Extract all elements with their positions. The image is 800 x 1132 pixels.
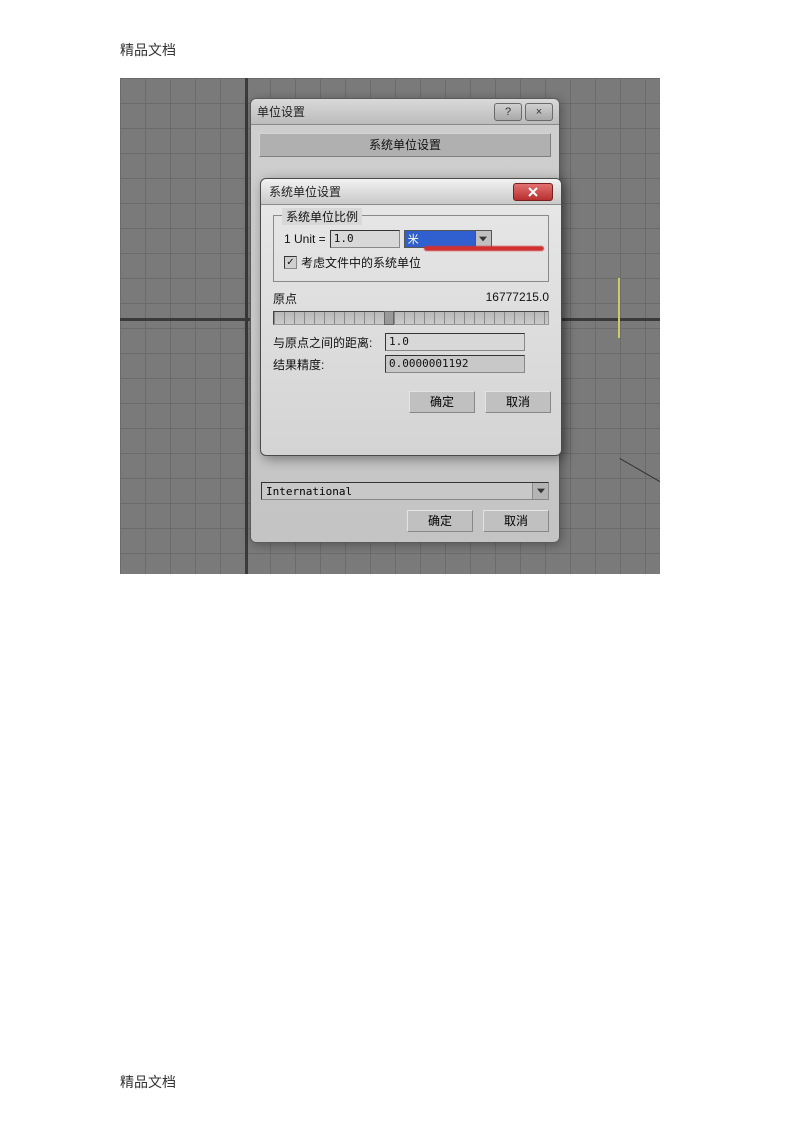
precision-label: 结果精度: (273, 356, 379, 373)
respect-file-units-checkbox[interactable]: ✓ (284, 256, 297, 269)
page-header: 精品文档 (120, 40, 176, 60)
help-button[interactable]: ? (494, 103, 522, 121)
group-title: 系统单位比例 (282, 208, 362, 225)
page-footer: 精品文档 (120, 1072, 176, 1092)
slider-ticks (274, 312, 548, 324)
slider-thumb-icon[interactable] (384, 311, 394, 325)
chevron-down-icon (475, 231, 491, 247)
unit-type-value: 米 (408, 231, 419, 247)
respect-file-units-label: 考虑文件中的系统单位 (301, 254, 421, 271)
system-units-dialog: 系统单位设置 系统单位比例 1 Unit = 1.0 米 (260, 178, 562, 456)
close-button[interactable]: × (525, 103, 553, 121)
system-units-titlebar[interactable]: 系统单位设置 (261, 179, 561, 205)
close-button[interactable] (513, 183, 553, 201)
units-format-value: International (266, 485, 352, 498)
system-unit-settings-button[interactable]: 系统单位设置 (259, 133, 551, 157)
close-icon (527, 186, 539, 198)
unit-value-input[interactable]: 1.0 (330, 230, 400, 248)
axis-vertical (245, 78, 248, 574)
origin-slider[interactable] (273, 311, 549, 325)
annotation-underline-icon (424, 246, 544, 251)
units-format-select[interactable]: International (261, 482, 549, 500)
inner-cancel-button[interactable]: 取消 (485, 391, 551, 413)
diagonal-line (620, 458, 660, 498)
highlight-line (618, 278, 620, 338)
units-dialog-titlebar[interactable]: 单位设置 ? × (251, 99, 559, 125)
unit-prefix-label: 1 Unit = (284, 232, 326, 246)
origin-label: 原点 (273, 290, 297, 307)
outer-ok-button[interactable]: 确定 (407, 510, 473, 532)
distance-input[interactable]: 1.0 (385, 333, 525, 351)
system-units-title: 系统单位设置 (269, 183, 341, 200)
origin-value: 16777215.0 (486, 290, 549, 307)
units-dialog-title: 单位设置 (257, 103, 305, 120)
inner-ok-button[interactable]: 确定 (409, 391, 475, 413)
chevron-down-icon (532, 483, 548, 499)
distance-label: 与原点之间的距离: (273, 334, 379, 351)
outer-cancel-button[interactable]: 取消 (483, 510, 549, 532)
precision-output: 0.0000001192 (385, 355, 525, 373)
system-unit-scale-group: 系统单位比例 1 Unit = 1.0 米 ✓ 考虑文件中的系统单位 (273, 215, 549, 282)
screenshot-region: 单位设置 ? × 系统单位设置 International 确定 取消 系统单位… (120, 78, 660, 574)
